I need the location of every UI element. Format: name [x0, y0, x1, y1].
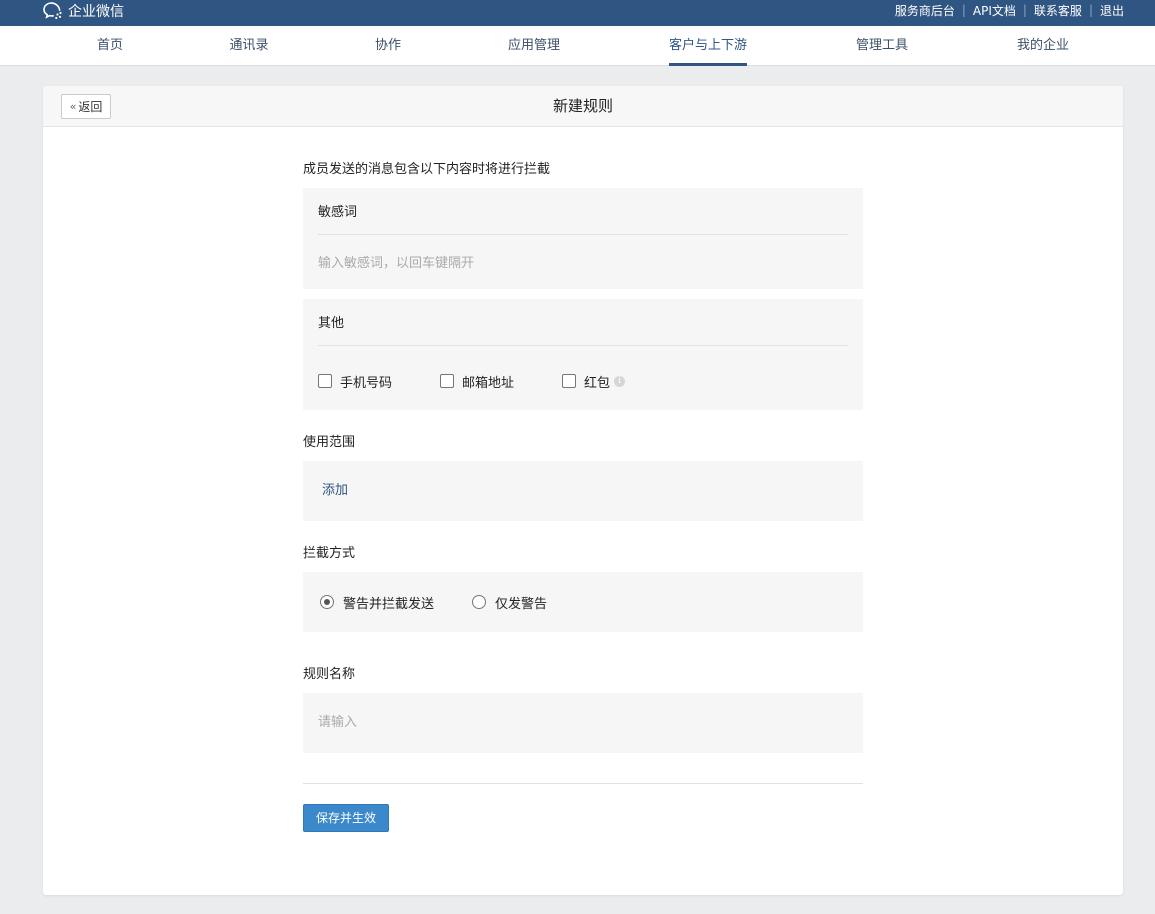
method-section: 警告并拦截发送 仅发警告 — [303, 572, 863, 632]
radio-selected-icon[interactable] — [320, 595, 334, 609]
warn-only-label: 仅发警告 — [495, 596, 548, 612]
rule-name-section: 请输入 — [303, 693, 863, 753]
red-packet-label: 红包 — [584, 375, 611, 391]
form-divider — [303, 783, 863, 784]
scope-section: 添加 — [303, 461, 863, 521]
nav-item-my-company[interactable]: 我的企业 — [1017, 26, 1069, 66]
nav-item-collaboration[interactable]: 协作 — [375, 26, 401, 66]
other-options: 手机号码 邮箱地址 红包 i — [318, 371, 626, 391]
warn-only-radio[interactable]: 仅发警告 — [472, 593, 547, 612]
email-address-label: 邮箱地址 — [462, 375, 515, 391]
top-links: 服务商后台 | API文档 | 联系客服 | 退出 — [895, 0, 1124, 20]
nav-item-customers[interactable]: 客户与上下游 — [668, 26, 748, 66]
intercept-intro: 成员发送的消息包含以下内容时将进行拦截 — [303, 162, 551, 177]
checkbox-box[interactable] — [440, 374, 454, 388]
app-name: 企业微信 — [68, 4, 124, 20]
main-nav: 首页 通讯录 协作 应用管理 客户与上下游 管理工具 我的企业 — [0, 26, 1155, 66]
nav-item-home[interactable]: 首页 — [97, 26, 123, 66]
logout-link[interactable]: 退出 — [1100, 2, 1124, 19]
phone-number-label: 手机号码 — [340, 375, 393, 391]
nav-item-contacts[interactable]: 通讯录 — [229, 26, 268, 66]
method-options: 警告并拦截发送 仅发警告 — [320, 572, 547, 632]
contact-support-link[interactable]: 联系客服 — [1034, 2, 1082, 19]
main-panel: « 返回 新建规则 成员发送的消息包含以下内容时将进行拦截 敏感词 输入敏感词，… — [43, 86, 1123, 895]
radio-unselected-icon[interactable] — [472, 595, 486, 609]
rule-name-input[interactable]: 请输入 — [318, 693, 848, 753]
other-label: 其他 — [318, 299, 848, 346]
info-icon[interactable]: i — [614, 375, 626, 387]
nav-item-admin-tools[interactable]: 管理工具 — [856, 26, 908, 66]
rule-name-label: 规则名称 — [303, 667, 356, 682]
separator: | — [1088, 3, 1093, 17]
separator: | — [1022, 3, 1027, 17]
checkbox-box[interactable] — [562, 374, 576, 388]
other-section: 其他 手机号码 邮箱地址 红包 i — [303, 299, 863, 410]
checkbox-box[interactable] — [318, 374, 332, 388]
save-and-apply-button[interactable]: 保存并生效 — [303, 804, 389, 832]
page-title: 新建规则 — [552, 97, 613, 115]
method-label: 拦截方式 — [303, 546, 356, 561]
panel-header: « 返回 新建规则 — [43, 86, 1123, 127]
keywords-section: 敏感词 输入敏感词，以回车键隔开 — [303, 188, 863, 289]
nav-item-app-management[interactable]: 应用管理 — [508, 26, 560, 66]
wecom-logo-icon — [43, 2, 62, 20]
separator: | — [961, 3, 966, 17]
phone-number-checkbox[interactable]: 手机号码 — [318, 372, 440, 391]
keywords-input[interactable]: 输入敏感词，以回车键隔开 — [318, 244, 848, 284]
provider-console-link[interactable]: 服务商后台 — [895, 2, 955, 19]
warn-and-block-radio[interactable]: 警告并拦截发送 — [320, 593, 472, 612]
app-logo[interactable]: 企业微信 — [42, 0, 124, 22]
red-packet-checkbox[interactable]: 红包 i — [562, 372, 626, 391]
email-address-checkbox[interactable]: 邮箱地址 — [440, 372, 562, 391]
api-docs-link[interactable]: API文档 — [973, 2, 1016, 19]
keywords-label: 敏感词 — [318, 188, 848, 235]
top-bar: 企业微信 服务商后台 | API文档 | 联系客服 | 退出 — [0, 0, 1155, 26]
add-scope-link[interactable]: 添加 — [322, 461, 348, 521]
scope-label: 使用范围 — [303, 435, 356, 450]
warn-and-block-label: 警告并拦截发送 — [343, 596, 435, 612]
